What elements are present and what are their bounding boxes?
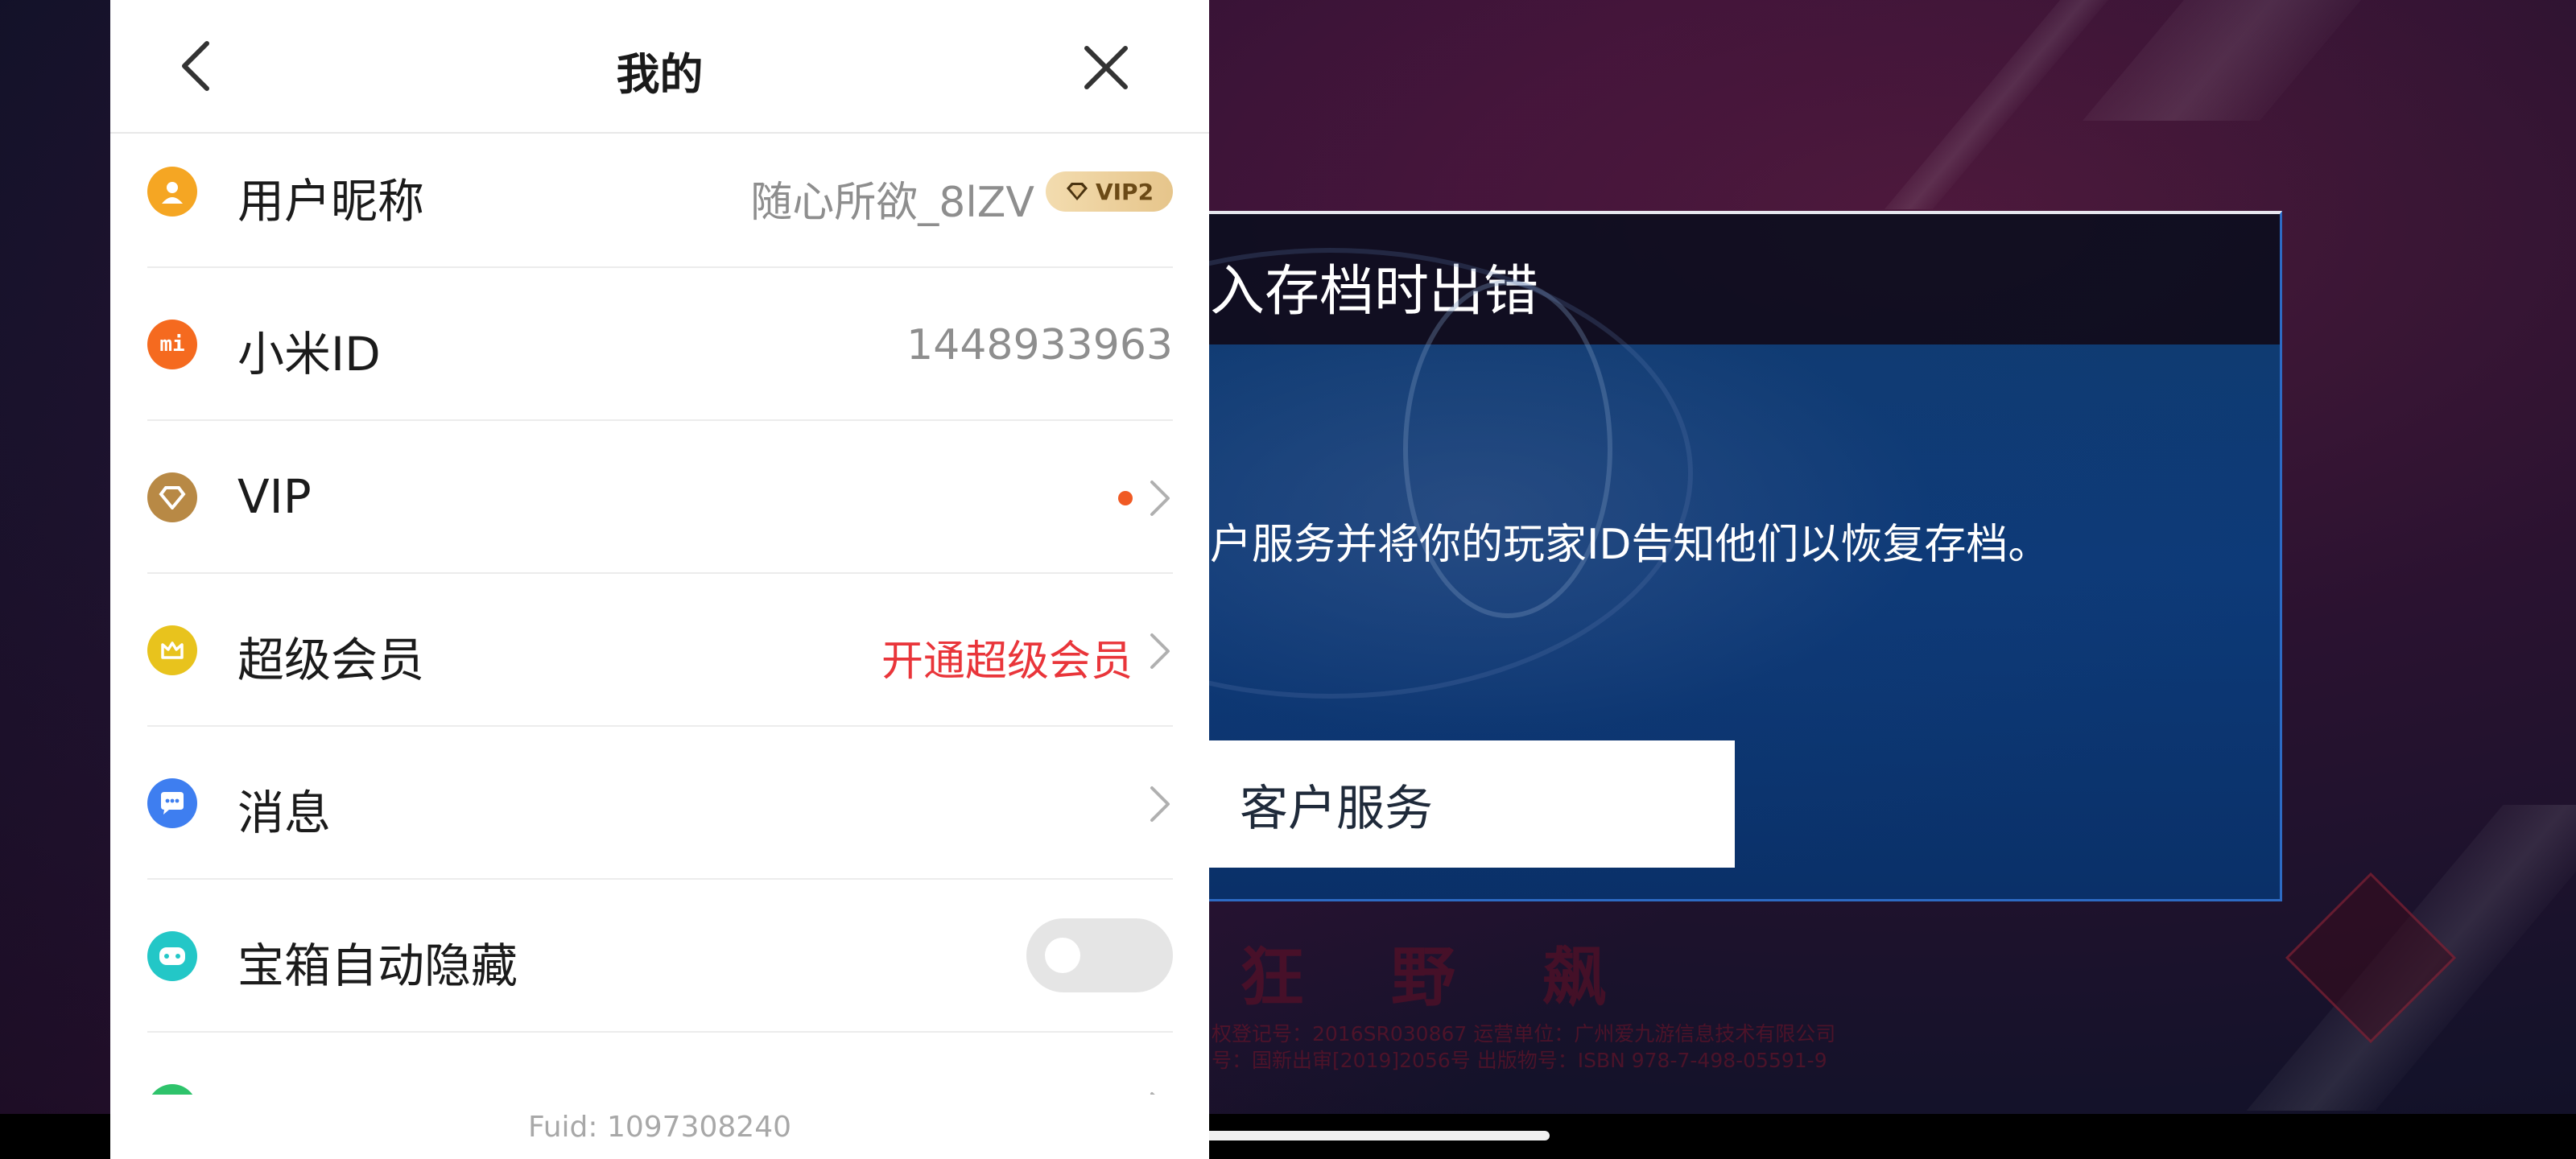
vip-badge-label: VIP2 bbox=[1095, 178, 1154, 205]
nickname-label: 用户昵称 bbox=[237, 174, 425, 229]
gamepad-icon bbox=[147, 931, 197, 981]
panel-title: 我的 bbox=[616, 49, 704, 100]
copyright-line-2: 号：国新出审[2019]2056号 出版物号：ISBN 978-7-498-05… bbox=[1212, 1049, 1827, 1072]
vip-diamond-icon bbox=[147, 472, 197, 522]
user-icon bbox=[147, 167, 197, 217]
fuid-label: Fuid: 1097308240 bbox=[527, 1111, 792, 1144]
treasure-box-hide-toggle[interactable] bbox=[1026, 918, 1173, 992]
toggle-knob bbox=[1045, 938, 1080, 973]
super-member-row[interactable]: 超级会员 开通超级会员 bbox=[147, 574, 1173, 727]
my-account-panel: 我的 用户昵称 随心所欲_8lZV VIP2 mi 小米ID 144893396… bbox=[110, 0, 1209, 1159]
vip-level-badge: VIP2 bbox=[1046, 171, 1173, 212]
mi-logo-icon: mi bbox=[147, 320, 197, 369]
messages-row[interactable]: 消息 bbox=[147, 727, 1173, 880]
notification-dot bbox=[1118, 491, 1133, 505]
treasure-box-hide-row: 宝箱自动隐藏 bbox=[147, 880, 1173, 1033]
nickname-row[interactable]: 用户昵称 随心所欲_8lZV VIP2 bbox=[147, 115, 1173, 268]
xiaomi-id-row[interactable]: mi 小米ID 1448933963 bbox=[147, 268, 1173, 421]
background-stripe bbox=[2083, 0, 2361, 121]
messages-label: 消息 bbox=[237, 786, 332, 840]
panel-header: 我的 bbox=[110, 0, 1209, 134]
super-member-label: 超级会员 bbox=[237, 633, 425, 687]
dialog-message: 户服务并将你的玩家ID告知他们以恢复存档。 bbox=[1210, 521, 2050, 569]
background-stripe bbox=[1884, 0, 2109, 209]
message-icon bbox=[147, 778, 197, 828]
home-indicator[interactable] bbox=[1187, 1131, 1550, 1140]
chevron-right-icon bbox=[1150, 633, 1170, 669]
vip-label: VIP bbox=[237, 469, 312, 524]
close-button[interactable] bbox=[1072, 34, 1140, 101]
activate-super-member-link[interactable]: 开通超级会员 bbox=[881, 627, 1133, 687]
chevron-right-icon bbox=[1150, 481, 1170, 516]
xiaomi-id-label: 小米ID bbox=[237, 327, 381, 382]
nickname-value: 随心所欲_8lZV bbox=[750, 179, 1034, 227]
treasure-box-hide-label: 宝箱自动隐藏 bbox=[237, 938, 518, 993]
crown-icon bbox=[147, 625, 197, 675]
diamond-icon bbox=[1066, 183, 1088, 200]
xiaomi-id-value: 1448933963 bbox=[906, 321, 1173, 369]
vip-row[interactable]: VIP bbox=[147, 421, 1173, 574]
game-logo-faint: 狂 野 飙 bbox=[1240, 940, 1639, 1015]
copyright-line-1: 权登记号：2016SR030867 运营单位：广州爱九游信息技术有限公司 bbox=[1212, 1022, 1836, 1046]
close-icon bbox=[1084, 46, 1128, 89]
chevron-right-icon bbox=[1150, 786, 1170, 822]
